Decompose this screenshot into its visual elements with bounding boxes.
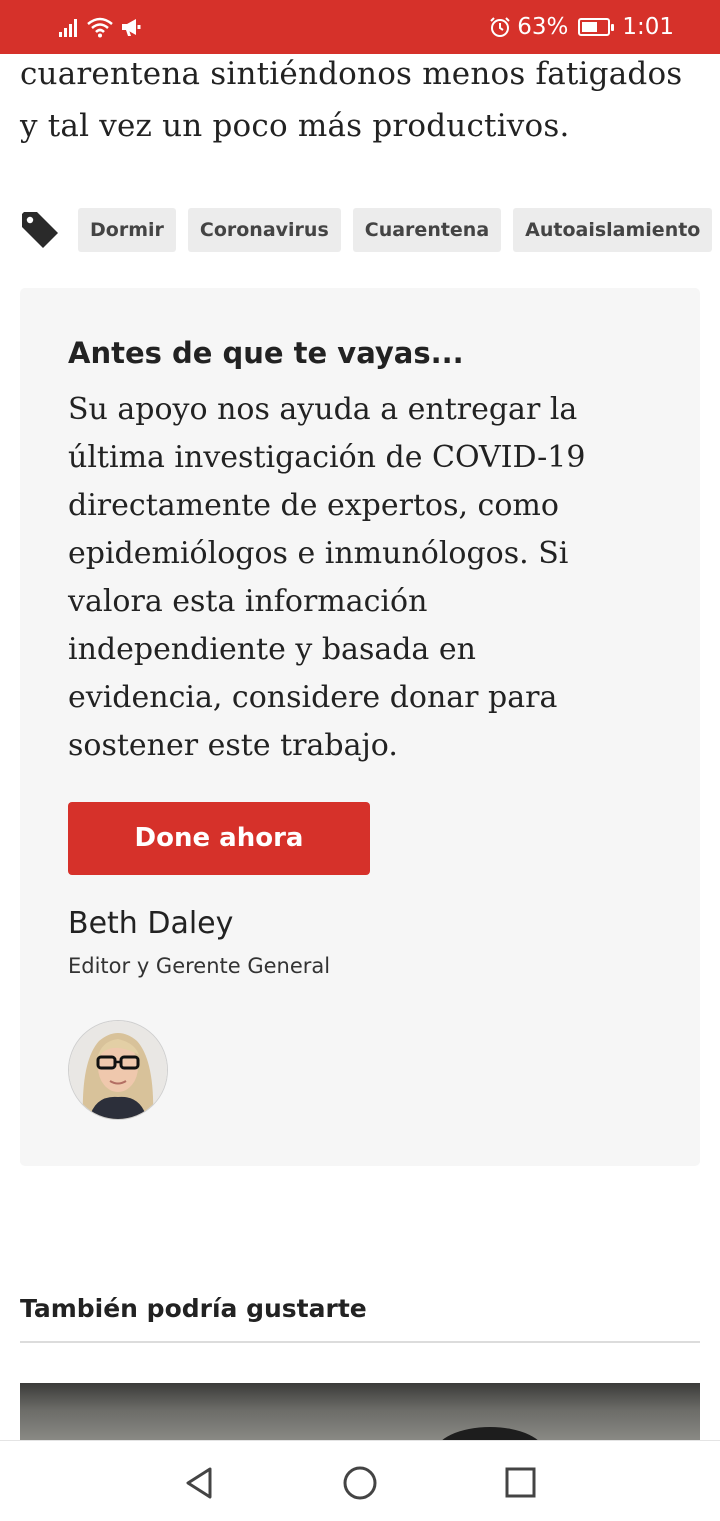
status-bar-right: 63% 1:01 bbox=[489, 12, 674, 42]
back-icon[interactable] bbox=[180, 1463, 220, 1503]
donate-button[interactable]: Done ahora bbox=[68, 802, 370, 875]
tag-autoaislamiento[interactable]: Autoaislamiento bbox=[513, 208, 713, 252]
status-bar: 63% 1:01 bbox=[0, 0, 720, 54]
tag-dormir[interactable]: Dormir bbox=[78, 208, 176, 252]
donation-card-body: Su apoyo nos ayuda a entregar la última … bbox=[68, 386, 668, 770]
donation-body-line: valora esta información bbox=[68, 584, 428, 619]
home-icon[interactable] bbox=[340, 1463, 380, 1503]
battery-icon bbox=[578, 18, 615, 36]
battery-percent: 63% bbox=[517, 14, 569, 40]
author-name: Beth Daley bbox=[68, 906, 234, 941]
donation-card-title: Antes de que te vayas... bbox=[68, 336, 464, 370]
donation-body-line: independiente y basada en bbox=[68, 632, 476, 667]
tag-list: Dormir Coronavirus Cuarentena Autoaislam… bbox=[20, 208, 720, 252]
related-image-content bbox=[439, 1427, 541, 1443]
article-text-line: cuarentena sintiéndonos menos fatigados bbox=[20, 56, 683, 92]
wifi-icon bbox=[87, 17, 113, 38]
article-text: cuarentena sintiéndonos menos fatigados … bbox=[20, 48, 710, 152]
donation-body-line: epidemiólogos e inmunólogos. Si bbox=[68, 536, 569, 571]
author-role: Editor y Gerente General bbox=[68, 954, 331, 978]
recents-icon[interactable] bbox=[500, 1463, 540, 1503]
donation-body-line: sostener este trabajo. bbox=[68, 728, 398, 763]
donation-body-line: directamente de expertos, como bbox=[68, 488, 559, 523]
tag-coronavirus[interactable]: Coronavirus bbox=[187, 208, 341, 252]
related-article-image[interactable] bbox=[20, 1383, 700, 1443]
status-bar-left bbox=[58, 14, 142, 40]
donation-body-line: última investigación de COVID-19 bbox=[68, 440, 586, 475]
avatar-portrait bbox=[69, 1021, 167, 1119]
clock: 1:01 bbox=[622, 14, 674, 40]
alarm-icon bbox=[490, 17, 510, 37]
tag-cuarentena[interactable]: Cuarentena bbox=[352, 208, 502, 252]
battery-level bbox=[582, 22, 598, 32]
article-text-line: y tal vez un poco más productivos. bbox=[20, 108, 570, 144]
donation-body-line: evidencia, considere donar para bbox=[68, 680, 558, 715]
donation-body-line: Su apoyo nos ayuda a entregar la bbox=[68, 392, 578, 427]
signal-icon bbox=[59, 19, 77, 37]
avatar bbox=[68, 1020, 168, 1120]
navigation-bar bbox=[0, 1440, 720, 1521]
tag-icon bbox=[22, 212, 58, 248]
related-title: También podría gustarte bbox=[20, 1294, 367, 1323]
donation-card: Antes de que te vayas... Su apoyo nos ay… bbox=[20, 288, 700, 1166]
megaphone-icon bbox=[122, 19, 141, 36]
divider bbox=[20, 1341, 700, 1343]
